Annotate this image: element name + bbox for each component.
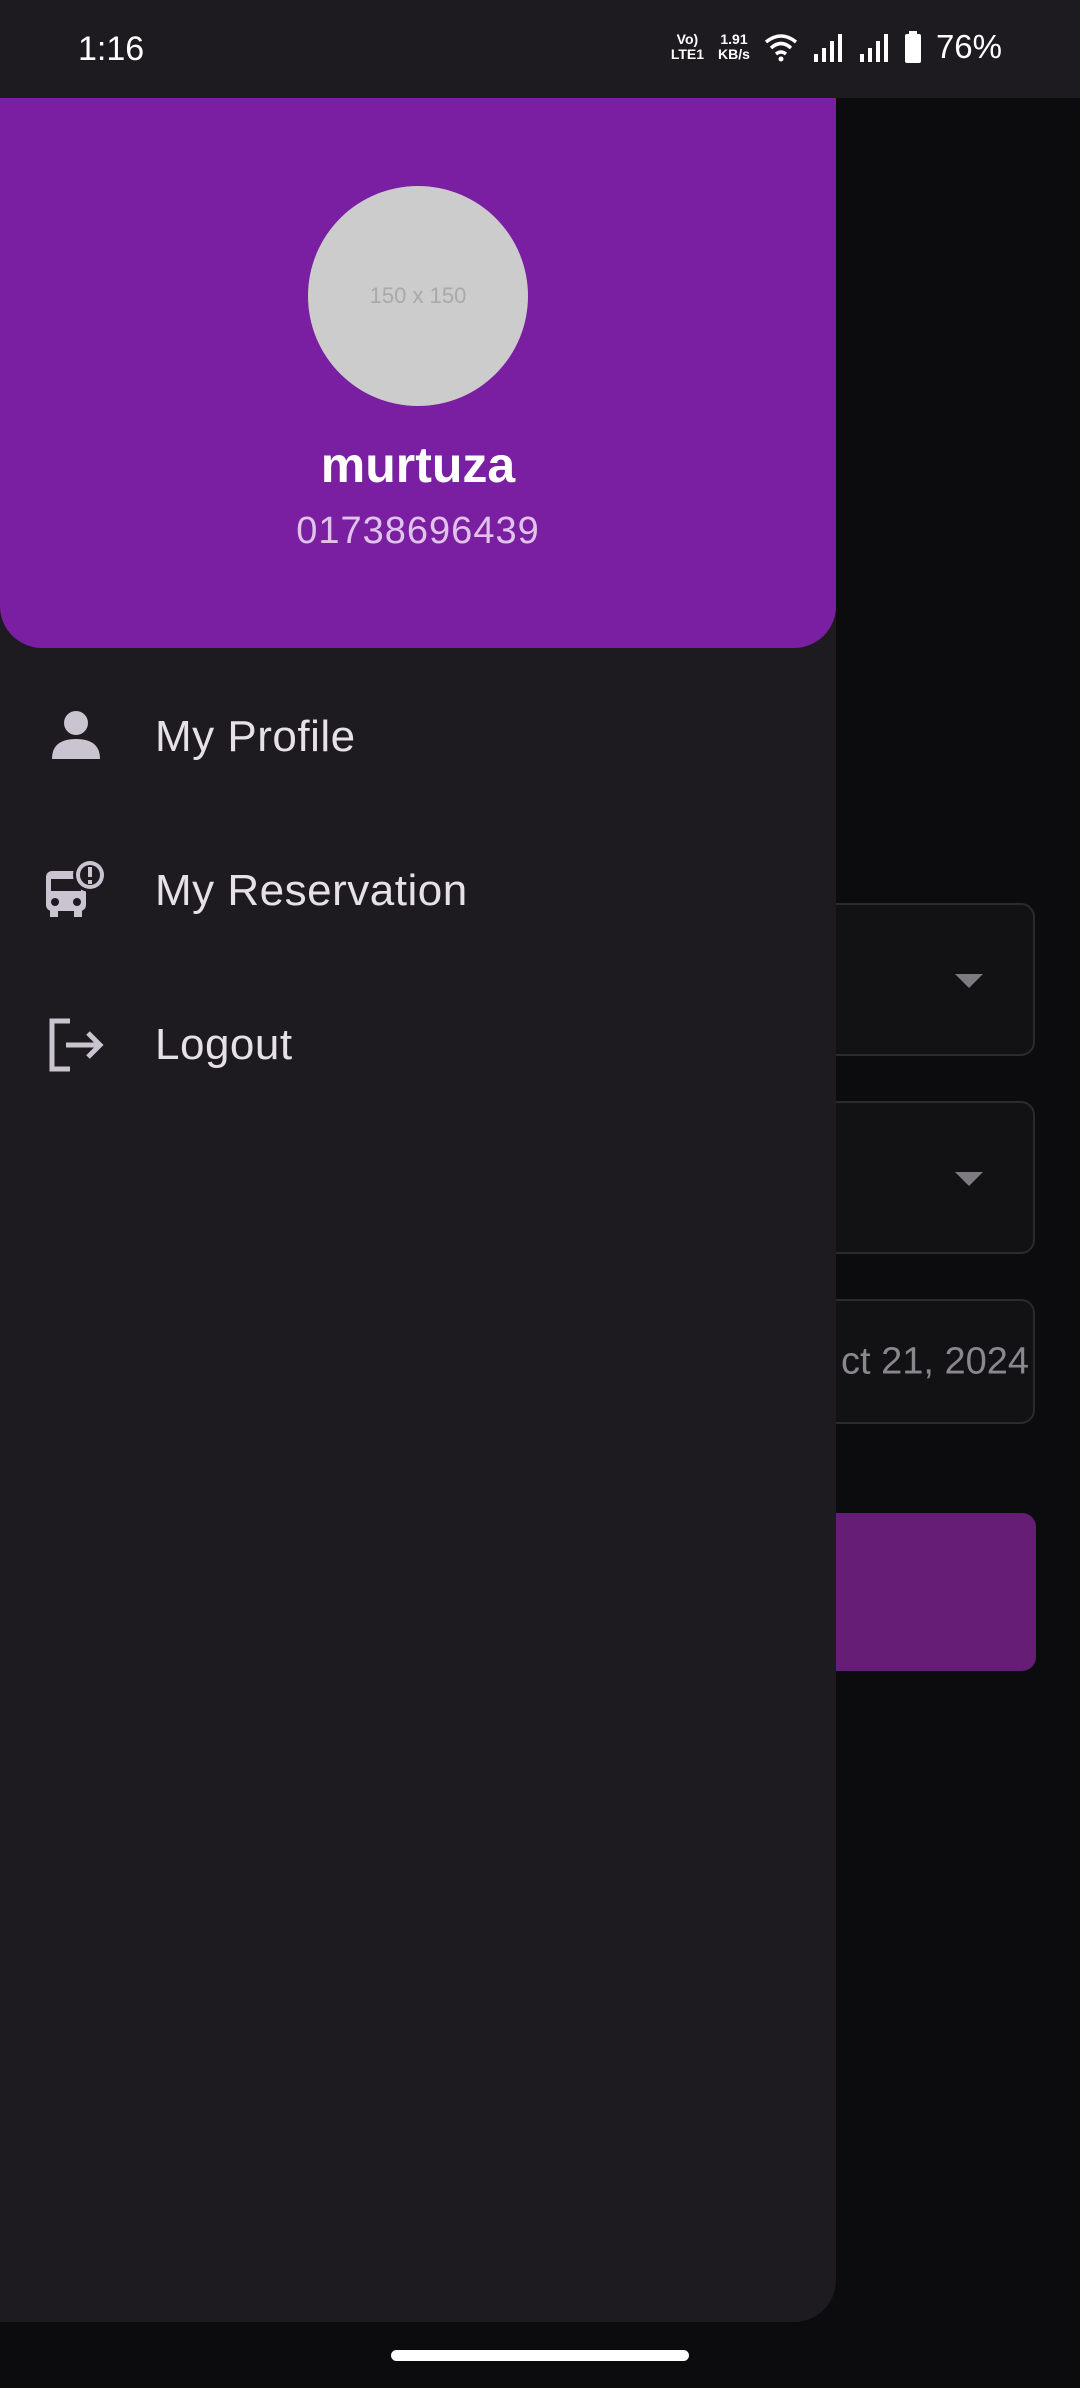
status-time: 1:16 [78, 30, 145, 68]
menu-item-label: Logout [155, 1020, 293, 1069]
user-name: murtuza [320, 437, 516, 493]
bus-alert-icon [46, 858, 107, 917]
navigation-drawer: 150 x 150 murtuza 01738696439 My Profile [0, 0, 836, 2322]
speed-unit: KB/s [718, 46, 750, 62]
battery-icon [904, 31, 921, 63]
dropdown-caret-icon [955, 1171, 983, 1186]
menu-item-my-profile[interactable]: My Profile [0, 660, 836, 814]
menu-item-my-reservation[interactable]: My Reservation [0, 814, 836, 968]
logout-icon [49, 1018, 104, 1072]
battery-percent: 76% [935, 28, 1002, 65]
network-speed: 1.91 KB/s [718, 32, 750, 62]
gesture-bar[interactable] [391, 2350, 689, 2361]
status-bar: 1:16 Vo) LTE1 1.91 KB/s 76% [0, 0, 1080, 98]
wifi-icon [764, 34, 798, 62]
avatar-placeholder-text: 150 x 150 [369, 283, 467, 308]
signal-icon [813, 34, 842, 62]
menu-item-label: My Reservation [155, 866, 468, 915]
signal-icon [859, 34, 888, 62]
drawer-header: 150 x 150 murtuza 01738696439 [0, 98, 836, 648]
menu-item-label: My Profile [155, 712, 356, 761]
volte-top-text: Vo) [676, 31, 699, 47]
dropdown-caret-icon [955, 973, 983, 988]
person-icon [52, 711, 100, 759]
date-value: ct 21, 2024 [840, 1340, 1029, 1382]
avatar[interactable]: 150 x 150 [308, 186, 528, 406]
speed-value: 1.91 [720, 31, 748, 47]
volte-bottom-text: LTE1 [670, 46, 705, 62]
menu-item-logout[interactable]: Logout [0, 968, 836, 1122]
user-phone: 01738696439 [296, 510, 540, 552]
volte-indicator: Vo) LTE1 [671, 32, 704, 62]
drawer-menu: My Profile My Reservation Logout [0, 660, 836, 1122]
